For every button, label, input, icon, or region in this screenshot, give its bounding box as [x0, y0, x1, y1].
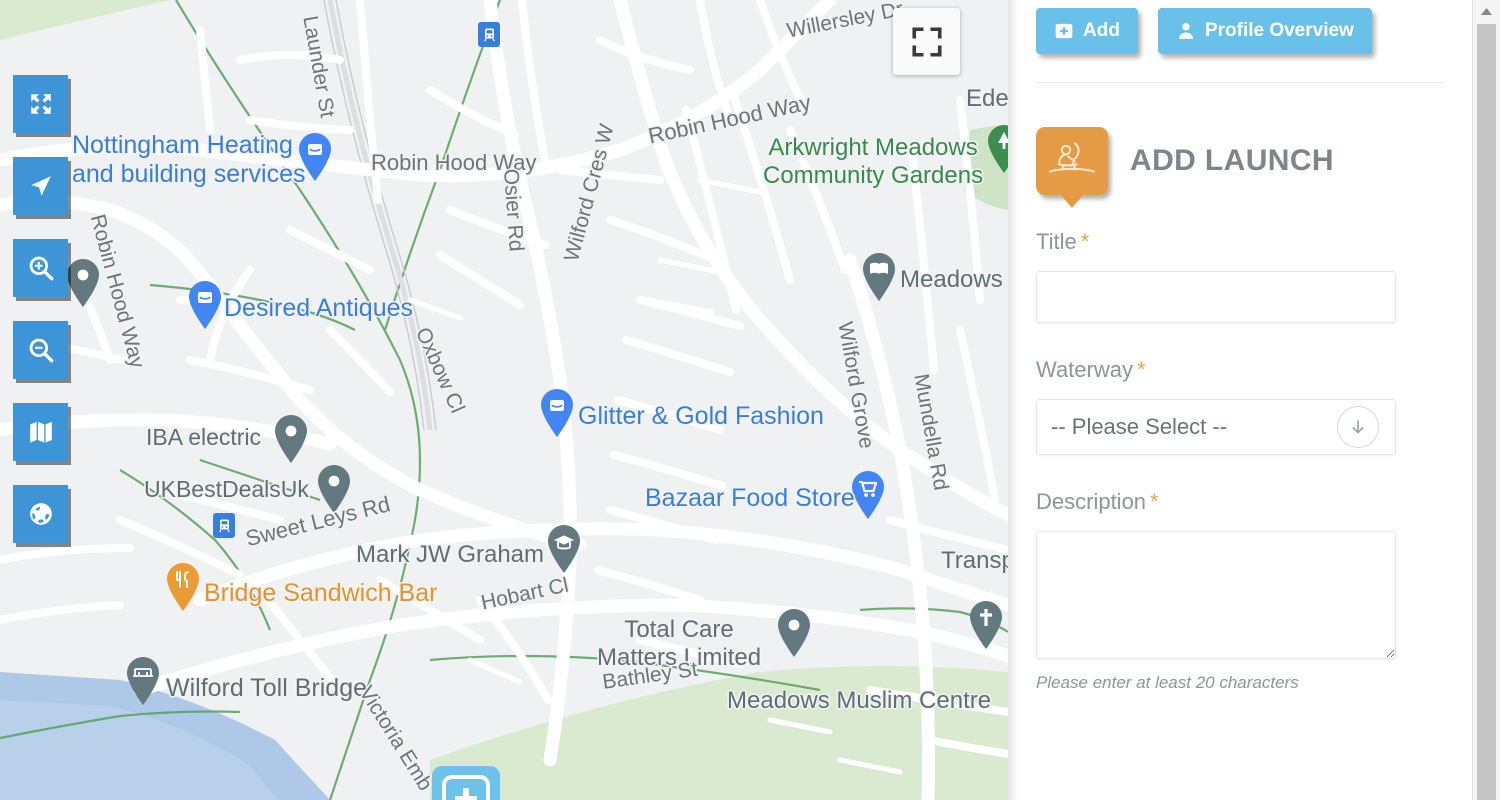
field-title-label: Title * — [1036, 229, 1090, 254]
kayaker-icon — [1036, 127, 1108, 195]
field-title: Title * — [1036, 229, 1444, 323]
map-pin-iba-electric[interactable] — [272, 414, 310, 464]
app-root: Nottingham Heating and building services… — [0, 0, 1500, 800]
map-pin-arkwright-park[interactable] — [985, 124, 1008, 174]
required-marker: * — [1150, 489, 1159, 514]
map-type-button[interactable] — [13, 403, 68, 461]
map-satellite-button[interactable] — [13, 485, 68, 543]
scrollbar-up-button[interactable] — [1473, 0, 1500, 22]
description-textarea[interactable] — [1036, 531, 1396, 659]
map-fullscreen-button[interactable] — [893, 8, 960, 75]
map-pin-unnamed-left[interactable] — [64, 258, 102, 308]
page-title: ADD LAUNCH — [1130, 144, 1334, 177]
magnifier-minus-icon — [29, 338, 53, 363]
profile-overview-button[interactable]: Profile Overview — [1157, 8, 1372, 54]
map-icon — [29, 421, 52, 443]
tram-icon — [218, 519, 230, 533]
map-locate-button[interactable] — [13, 157, 68, 215]
caret-up-icon — [1481, 7, 1492, 15]
title-input[interactable] — [1036, 271, 1396, 323]
map-pin-glitter-gold-fashion[interactable] — [538, 388, 576, 438]
required-marker: * — [1136, 357, 1146, 382]
map-marker-transit-top[interactable] — [478, 22, 500, 47]
field-waterway: Waterway * -- Please Select -- — [1036, 357, 1444, 455]
panel-divider — [1036, 82, 1444, 83]
map-pin-ukbestdealsuk[interactable] — [315, 464, 353, 514]
map-pin-bridge-sandwich-bar[interactable] — [164, 562, 202, 612]
navigation-arrow-icon — [30, 176, 51, 196]
required-marker: * — [1080, 229, 1090, 254]
field-description-label: Description * — [1036, 489, 1159, 514]
map-pin-desired-antiques[interactable] — [186, 280, 224, 330]
tram-icon — [483, 28, 495, 42]
map-expand-button[interactable] — [13, 75, 68, 133]
add-button-label: Add — [1083, 20, 1120, 41]
map-canvas[interactable]: Nottingham Heating and building services… — [0, 0, 1008, 800]
map-pin-nottingham-heating[interactable] — [296, 132, 334, 182]
page-scrollbar[interactable] — [1472, 0, 1500, 800]
map-pin-bazaar-food-store[interactable] — [849, 470, 887, 520]
map-pin-wilford-toll-bridge[interactable] — [124, 656, 162, 706]
plus-icon — [442, 775, 490, 800]
add-button[interactable]: Add — [1036, 8, 1138, 54]
map-pin-mark-jw-graham[interactable] — [545, 524, 583, 574]
arrow-down-circle-icon — [1337, 406, 1379, 448]
field-description: Description * Please enter at least 20 ch… — [1036, 489, 1444, 693]
map-zoom-in-button[interactable] — [13, 239, 68, 297]
scrollbar-thumb[interactable] — [1477, 24, 1496, 800]
waterway-select-value: -- Please Select -- — [1051, 414, 1228, 439]
map-marker-transit-left[interactable] — [213, 513, 235, 538]
globe-icon — [29, 503, 52, 525]
add-box-icon — [1055, 23, 1073, 39]
fullscreen-icon — [911, 26, 942, 57]
section-header: ADD LAUNCH — [1036, 127, 1444, 195]
person-icon — [1178, 23, 1193, 39]
field-waterway-label: Waterway * — [1036, 357, 1146, 382]
map-pin-place-of-worship[interactable] — [967, 600, 1005, 650]
magnifier-plus-icon — [29, 256, 53, 281]
profile-overview-button-label: Profile Overview — [1204, 20, 1354, 41]
map-pin-meadows-library[interactable] — [860, 252, 898, 302]
waterway-select[interactable]: -- Please Select -- — [1036, 399, 1396, 455]
map-pin-total-care-matters[interactable] — [775, 608, 813, 658]
arrows-expand-icon — [30, 94, 51, 114]
map-control-stack — [13, 75, 68, 543]
map-add-launch-button[interactable] — [432, 766, 500, 800]
panel-toolbar: Add Profile Overview — [1036, 0, 1444, 54]
description-helper-text: Please enter at least 20 characters — [1036, 673, 1299, 692]
side-panel: Add Profile Overview ADD LAUNCH Title * … — [1008, 0, 1472, 800]
map-zoom-out-button[interactable] — [13, 321, 68, 379]
